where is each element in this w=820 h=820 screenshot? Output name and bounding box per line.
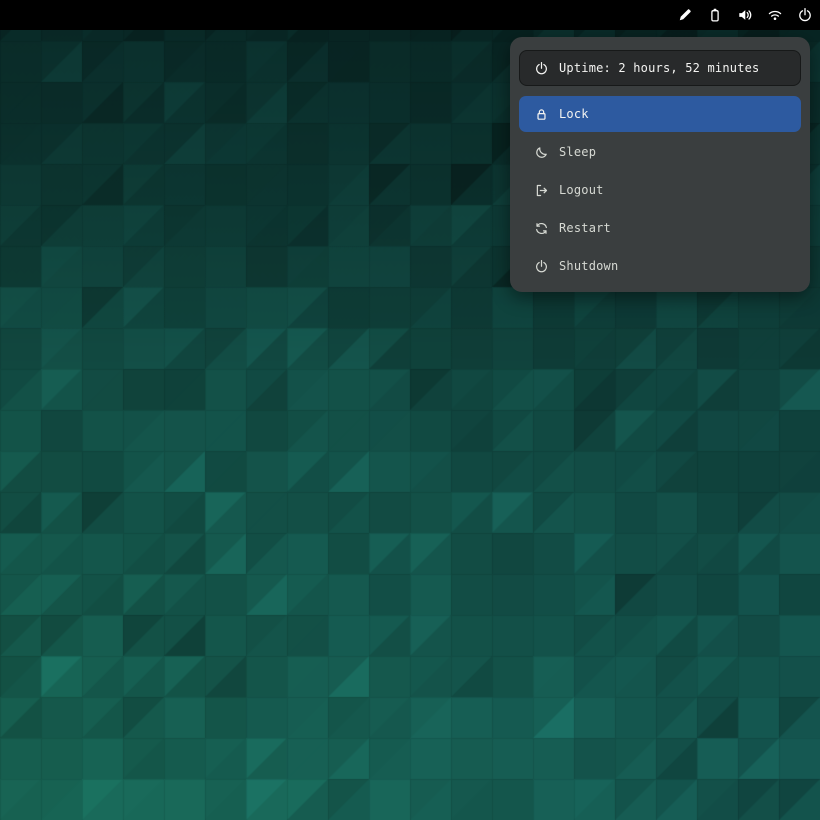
- menu-item-shutdown[interactable]: Shutdown: [519, 248, 801, 284]
- menu-item-label: Sleep: [559, 145, 597, 159]
- menu-item-label: Shutdown: [559, 259, 619, 273]
- menu-item-label: Logout: [559, 183, 604, 197]
- menu-item-sleep[interactable]: Sleep: [519, 134, 801, 170]
- menu-item-restart[interactable]: Restart: [519, 210, 801, 246]
- menu-item-logout[interactable]: Logout: [519, 172, 801, 208]
- status-icon-tray: [677, 7, 820, 23]
- power-icon: [534, 259, 549, 274]
- desktop: Uptime: 2 hours, 52 minutes Lock Sleep L…: [0, 0, 820, 820]
- moon-icon: [534, 145, 549, 160]
- menu-item-label: Restart: [559, 221, 611, 235]
- restart-icon: [534, 221, 549, 236]
- edit-icon[interactable]: [677, 7, 693, 23]
- power-menu-popover: Uptime: 2 hours, 52 minutes Lock Sleep L…: [510, 37, 810, 292]
- battery-icon[interactable]: [707, 7, 723, 23]
- power-icon: [534, 61, 549, 76]
- uptime-label: Uptime: 2 hours, 52 minutes: [559, 61, 760, 75]
- lock-icon: [534, 107, 549, 122]
- logout-icon: [534, 183, 549, 198]
- wifi-icon[interactable]: [767, 7, 783, 23]
- top-status-bar: [0, 0, 820, 30]
- power-icon[interactable]: [797, 7, 813, 23]
- uptime-button[interactable]: Uptime: 2 hours, 52 minutes: [519, 50, 801, 86]
- menu-item-label: Lock: [559, 107, 589, 121]
- volume-icon[interactable]: [737, 7, 753, 23]
- menu-item-lock[interactable]: Lock: [519, 96, 801, 132]
